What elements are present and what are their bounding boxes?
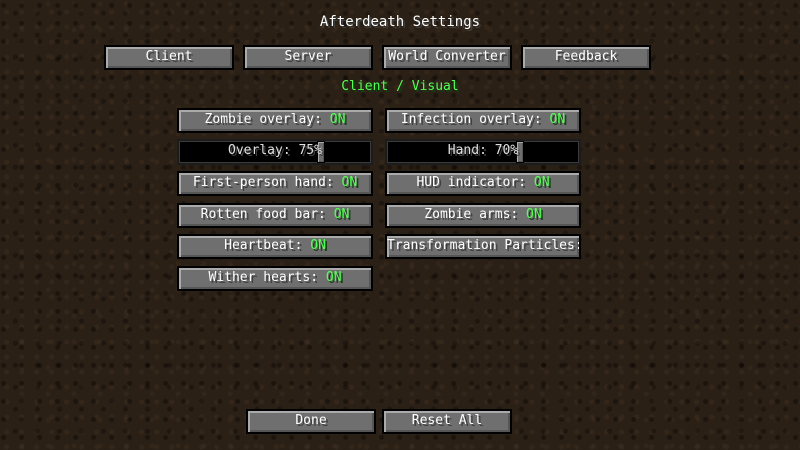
infection-overlay-value: ON — [549, 112, 566, 127]
tab-feedback[interactable]: Feedback — [521, 45, 651, 70]
rotten-food-bar-label: Rotten food bar: — [200, 207, 334, 222]
hand-slider[interactable]: Hand: 70% — [385, 139, 581, 165]
hud-indicator-value: ON — [533, 175, 550, 190]
zombie-overlay-toggle[interactable]: Zombie overlay: ON — [177, 108, 373, 133]
heartbeat-label: Heartbeat: — [224, 238, 311, 253]
zombie-overlay-value: ON — [329, 112, 346, 127]
hud-indicator-toggle[interactable]: HUD indicator: ON — [385, 171, 581, 196]
heartbeat-toggle[interactable]: Heartbeat: ON — [177, 234, 373, 259]
tab-server[interactable]: Server — [243, 45, 373, 70]
tab-client[interactable]: Client — [104, 45, 234, 70]
heartbeat-value: ON — [310, 238, 326, 253]
zombie-arms-toggle[interactable]: Zombie arms: ON — [385, 203, 581, 228]
transformation-particles-label: Transformation Particles: — [387, 238, 581, 253]
infection-overlay-toggle[interactable]: Infection overlay: ON — [385, 108, 581, 133]
zombie-overlay-label: Zombie overlay: — [204, 112, 330, 127]
section-label: Client / Visual — [341, 79, 459, 94]
zombie-arms-value: ON — [526, 207, 542, 222]
done-button[interactable]: Done — [246, 409, 376, 434]
zombie-arms-label: Zombie arms: — [424, 207, 527, 222]
hand-slider-label: Hand: 70% — [447, 143, 519, 158]
page-title: Afterdeath Settings — [319, 14, 481, 30]
rotten-food-bar-value: ON — [333, 207, 350, 222]
wither-hearts-value: ON — [325, 270, 342, 285]
reset-all-button[interactable]: Reset All — [382, 409, 512, 434]
wither-hearts-label: Wither hearts: — [208, 270, 326, 285]
tab-world-converter[interactable]: World Converter — [382, 45, 512, 70]
hud-indicator-label: HUD indicator: — [416, 175, 534, 190]
first-person-hand-value: ON — [341, 175, 358, 190]
rotten-food-bar-toggle[interactable]: Rotten food bar: ON — [177, 203, 373, 228]
transformation-particles-toggle[interactable]: Transformation Particles: ON — [385, 234, 581, 259]
infection-overlay-label: Infection overlay: — [400, 112, 550, 127]
first-person-hand-toggle[interactable]: First-person hand: ON — [177, 171, 373, 196]
wither-hearts-toggle[interactable]: Wither hearts: ON — [177, 266, 373, 291]
overlay-slider[interactable]: Overlay: 75% — [177, 139, 373, 165]
first-person-hand-label: First-person hand: — [192, 175, 342, 190]
overlay-slider-label: Overlay: 75% — [228, 143, 322, 158]
